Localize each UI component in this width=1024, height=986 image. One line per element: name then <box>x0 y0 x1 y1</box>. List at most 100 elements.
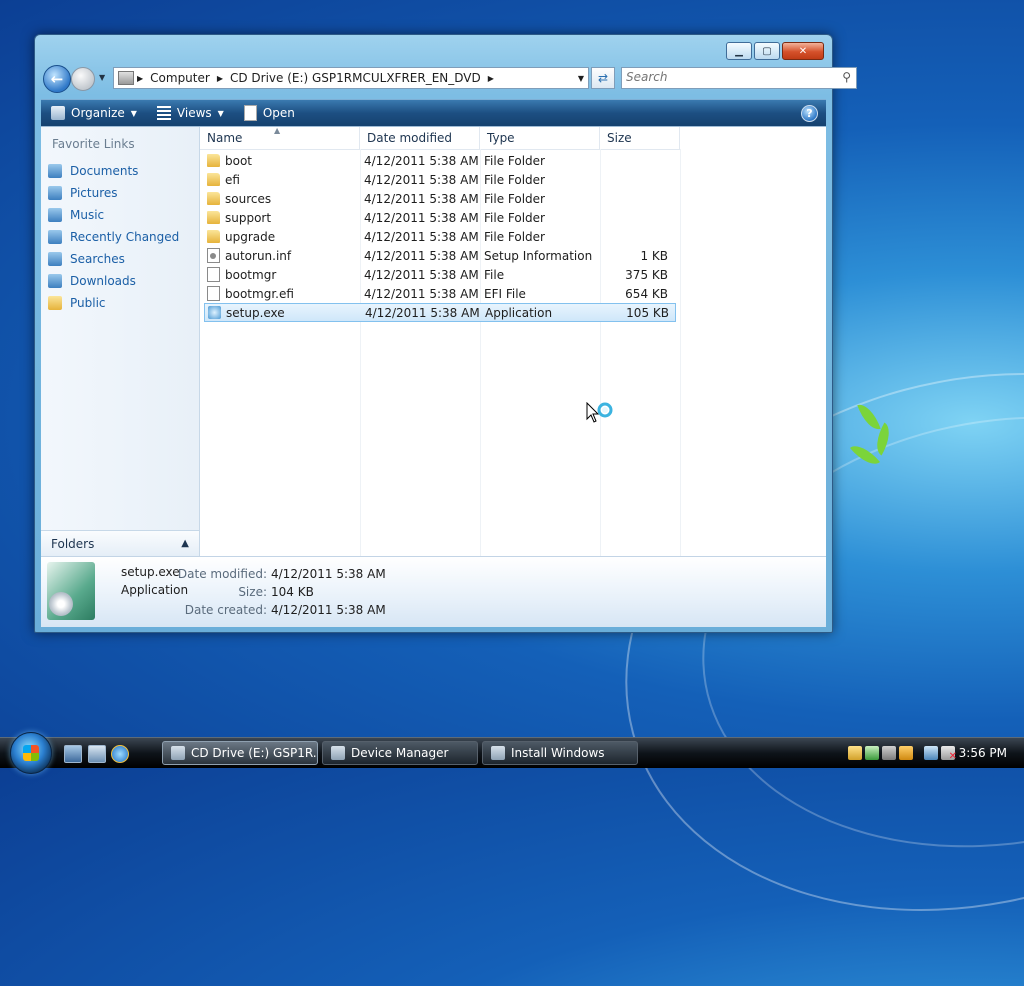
search-box[interactable]: ⚲ <box>621 67 857 89</box>
explorer-window: ▁ ▢ ✕ ← ▼ ▶ Computer ▶ CD Drive (E:) GSP… <box>34 34 857 633</box>
chevron-up-icon: ▲ <box>181 538 189 549</box>
refresh-button[interactable]: ⇄ <box>591 67 615 89</box>
folder-icon <box>207 154 220 167</box>
file-row-boot[interactable]: boot 4/12/2011 5:38 AM File Folder <box>204 151 676 170</box>
address-dropdown-icon[interactable]: ▼ <box>578 74 584 83</box>
views-icon <box>156 106 171 120</box>
file-row-sources[interactable]: sources 4/12/2011 5:38 AM File Folder <box>204 189 676 208</box>
favorite-link-music[interactable]: Music <box>48 204 179 226</box>
column-divider <box>680 149 681 556</box>
taskbar-button-label: Device Manager <box>351 746 449 760</box>
recently-changed-icon <box>48 230 62 244</box>
address-bar[interactable]: ▶ Computer ▶ CD Drive (E:) GSP1RMCULXFRE… <box>113 67 589 89</box>
column-header-type[interactable]: Type <box>480 127 600 149</box>
open-button[interactable]: Open <box>234 100 305 126</box>
file-type: File Folder <box>484 153 545 168</box>
windows-update-icon[interactable] <box>865 746 879 760</box>
file-type: Setup Information <box>484 248 593 263</box>
minimize-button[interactable]: ▁ <box>726 42 752 60</box>
setup-disc-icon <box>47 562 95 620</box>
switch-windows-icon[interactable] <box>88 745 106 763</box>
caption-buttons: ▁ ▢ ✕ <box>726 42 824 60</box>
open-icon <box>243 105 257 121</box>
details-value-modified: 4/12/2011 5:38 AM <box>271 567 386 581</box>
address-row: ← ▼ ▶ Computer ▶ CD Drive (E:) GSP1RMCUL… <box>43 65 857 93</box>
chevron-right-icon[interactable]: ▶ <box>485 74 497 83</box>
chevron-right-icon[interactable]: ▶ <box>134 74 146 83</box>
file-row-setup-exe[interactable]: setup.exe 4/12/2011 5:38 AM Application … <box>204 303 676 322</box>
taskbar-button-cd-drive[interactable]: CD Drive (E:) GSP1R... <box>162 741 318 765</box>
drive-icon <box>171 746 185 760</box>
search-icon[interactable]: ⚲ <box>842 70 851 84</box>
folders-toggle[interactable]: Folders ▲ <box>41 530 199 556</box>
details-value-size: 104 KB <box>271 585 314 599</box>
organize-button[interactable]: Organize ▼ <box>41 100 147 126</box>
maximize-button[interactable]: ▢ <box>754 42 780 60</box>
navigation-pane: Favorite Links Documents Pictures Music … <box>41 127 200 556</box>
organize-label: Organize <box>71 106 125 120</box>
folders-label: Folders <box>51 536 95 551</box>
close-button[interactable]: ✕ <box>782 42 824 60</box>
breadcrumb-cd-drive[interactable]: CD Drive (E:) GSP1RMCULXFRER_EN_DVD <box>226 71 485 85</box>
downloads-icon <box>48 274 62 288</box>
folder-icon <box>207 173 220 186</box>
searches-icon <box>48 252 62 266</box>
search-input[interactable] <box>622 68 830 86</box>
file-row-bootmgr[interactable]: bootmgr 4/12/2011 5:38 AM File 375 KB <box>204 265 676 284</box>
file-icon <box>207 267 220 282</box>
file-name: support <box>225 210 272 225</box>
file-date: 4/12/2011 5:38 AM <box>365 305 480 320</box>
pictures-icon <box>48 186 62 200</box>
file-type: File Folder <box>484 172 545 187</box>
file-type: File Folder <box>484 210 545 225</box>
recent-pages-dropdown[interactable]: ▼ <box>99 73 105 82</box>
folder-icon <box>207 211 220 224</box>
file-type: Application <box>485 305 553 320</box>
favorite-link-public[interactable]: Public <box>48 292 179 314</box>
file-date: 4/12/2011 5:38 AM <box>364 267 479 282</box>
settings-file-icon <box>207 248 220 263</box>
device-manager-icon <box>331 746 345 760</box>
open-label: Open <box>262 106 295 120</box>
column-header-size[interactable]: Size <box>600 127 680 149</box>
flag-icon[interactable] <box>899 746 913 760</box>
show-desktop-icon[interactable] <box>64 745 82 763</box>
breadcrumb-computer[interactable]: Computer <box>146 71 214 85</box>
help-button[interactable]: ? <box>801 105 818 122</box>
documents-icon <box>48 164 62 178</box>
connection-icon[interactable] <box>924 746 938 760</box>
favorite-link-documents[interactable]: Documents <box>48 160 179 182</box>
forward-button[interactable] <box>71 67 95 91</box>
chevron-right-icon[interactable]: ▶ <box>214 74 226 83</box>
views-button[interactable]: Views ▼ <box>147 100 234 126</box>
file-row-support[interactable]: support 4/12/2011 5:38 AM File Folder <box>204 208 676 227</box>
favorite-link-recently-changed[interactable]: Recently Changed <box>48 226 179 248</box>
favorite-link-searches[interactable]: Searches <box>48 248 179 270</box>
file-row-efi[interactable]: efi 4/12/2011 5:38 AM File Folder <box>204 170 676 189</box>
file-date: 4/12/2011 5:38 AM <box>364 210 479 225</box>
music-icon <box>48 208 62 222</box>
file-row-bootmgr-efi[interactable]: bootmgr.efi 4/12/2011 5:38 AM EFI File 6… <box>204 284 676 303</box>
column-header-date-modified[interactable]: Date modified <box>360 127 480 149</box>
security-center-icon[interactable] <box>882 746 896 760</box>
sort-ascending-icon: ▲ <box>274 126 281 135</box>
taskbar-button-device-manager[interactable]: Device Manager <box>322 741 478 765</box>
file-row-upgrade[interactable]: upgrade 4/12/2011 5:38 AM File Folder <box>204 227 676 246</box>
refresh-icon: ⇄ <box>597 71 609 85</box>
favorite-link-downloads[interactable]: Downloads <box>48 270 179 292</box>
back-button[interactable]: ← <box>43 65 71 93</box>
favorite-link-pictures[interactable]: Pictures <box>48 182 179 204</box>
public-folder-icon <box>48 296 62 310</box>
file-date: 4/12/2011 5:38 AM <box>364 286 479 301</box>
details-labels: Date modified: Size: Date created: <box>171 565 267 619</box>
file-date: 4/12/2011 5:38 AM <box>364 172 479 187</box>
system-clock[interactable]: 3:56 PM <box>959 746 1007 760</box>
column-header-name[interactable]: Name ▲ <box>200 126 360 149</box>
network-icon[interactable] <box>848 746 862 760</box>
command-toolbar: Organize ▼ Views ▼ Open ? <box>41 99 826 126</box>
internet-explorer-icon[interactable] <box>111 745 129 763</box>
volume-muted-icon[interactable]: ✕ <box>941 746 957 762</box>
file-date: 4/12/2011 5:38 AM <box>364 191 479 206</box>
taskbar-button-install-windows[interactable]: Install Windows <box>482 741 638 765</box>
file-row-autorun-inf[interactable]: autorun.inf 4/12/2011 5:38 AM Setup Info… <box>204 246 676 265</box>
